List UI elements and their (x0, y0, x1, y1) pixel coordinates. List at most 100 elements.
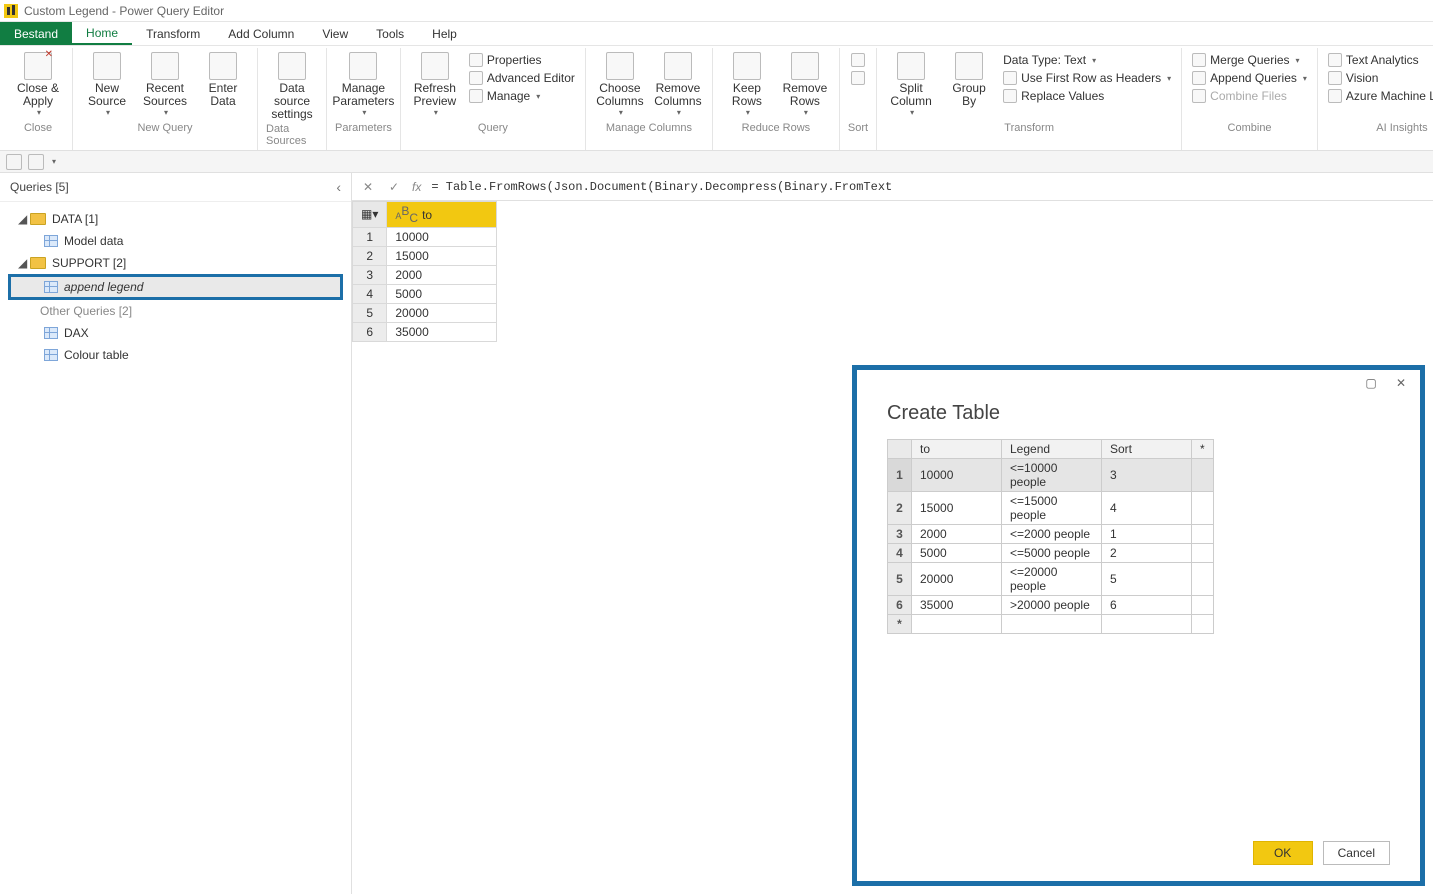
data-type-button[interactable]: Data Type: Text▾ (1001, 52, 1173, 68)
ct-header-legend[interactable]: Legend (1002, 440, 1102, 459)
row-header[interactable]: 4 (353, 284, 387, 303)
preview-cell[interactable]: 5000 (387, 284, 497, 303)
query-dax[interactable]: DAX (0, 322, 351, 344)
preview-grid[interactable]: ▦▾ABCto 11000021500032000450005200006350… (352, 201, 497, 342)
preview-cell[interactable]: 35000 (387, 322, 497, 341)
ct-row-number[interactable]: 2 (888, 492, 912, 525)
new-source-button[interactable]: New Source▾ (81, 52, 133, 117)
manage-button[interactable]: Manage▾ (467, 88, 577, 104)
row-header[interactable]: 3 (353, 265, 387, 284)
ct-header-star[interactable]: * (1192, 440, 1214, 459)
properties-button[interactable]: Properties (467, 52, 577, 68)
ct-cell-legend[interactable]: <=5000 people (1002, 544, 1102, 563)
query-append-legend[interactable]: append legend (8, 274, 343, 300)
refresh-preview-button[interactable]: Refresh Preview▾ (409, 52, 461, 117)
column-header-to[interactable]: ABCto (387, 202, 497, 228)
replace-values-button[interactable]: Replace Values (1001, 88, 1173, 104)
ct-row-number[interactable]: 4 (888, 544, 912, 563)
combine-files-button[interactable]: Combine Files (1190, 88, 1309, 104)
ct-row-number[interactable]: 3 (888, 525, 912, 544)
ct-cell-to[interactable]: 35000 (912, 596, 1002, 615)
remove-rows-button[interactable]: Remove Rows▾ (779, 52, 831, 117)
ct-cell-legend[interactable]: <=15000 people (1002, 492, 1102, 525)
azure-ml-button[interactable]: Azure Machine Learning (1326, 88, 1433, 104)
ct-header-to[interactable]: to (912, 440, 1002, 459)
ct-cell-sort[interactable]: 6 (1102, 596, 1192, 615)
folder-support[interactable]: ◢SUPPORT [2] (0, 252, 351, 274)
merge-queries-button[interactable]: Merge Queries▾ (1190, 52, 1309, 68)
row-header[interactable]: 1 (353, 227, 387, 246)
ct-cell-sort[interactable]: 2 (1102, 544, 1192, 563)
query-model-data[interactable]: Model data (0, 230, 351, 252)
ct-row-number[interactable]: 6 (888, 596, 912, 615)
dialog-close-button[interactable]: ✕ (1392, 376, 1410, 390)
tab-bestand[interactable]: Bestand (0, 22, 72, 45)
ct-cell-legend[interactable]: <=2000 people (1002, 525, 1102, 544)
formula-commit-button[interactable]: ✓ (386, 180, 402, 194)
recent-sources-button[interactable]: Recent Sources▾ (139, 52, 191, 117)
text-analytics-button[interactable]: Text Analytics (1326, 52, 1433, 68)
create-table-grid[interactable]: to Legend Sort * 110000<=10000 people321… (887, 439, 1214, 634)
ct-cell-legend[interactable]: <=20000 people (1002, 563, 1102, 596)
ct-cell-to[interactable]: 5000 (912, 544, 1002, 563)
folder-data[interactable]: ◢DATA [1] (0, 208, 351, 230)
ct-cell-legend[interactable]: <=10000 people (1002, 459, 1102, 492)
dialog-maximize-button[interactable]: ▢ (1362, 376, 1380, 390)
ct-header-sort[interactable]: Sort (1102, 440, 1192, 459)
split-column-button[interactable]: Split Column▾ (885, 52, 937, 117)
data-source-settings-button[interactable]: Data source settings (266, 52, 318, 121)
ct-cell-star[interactable] (1192, 563, 1214, 596)
sort-desc-button[interactable] (849, 70, 867, 86)
ct-cell-to[interactable]: 15000 (912, 492, 1002, 525)
preview-cell[interactable]: 10000 (387, 227, 497, 246)
ct-cell-sort[interactable]: 1 (1102, 525, 1192, 544)
row-header[interactable]: 5 (353, 303, 387, 322)
ct-cell-star[interactable] (1192, 459, 1214, 492)
tab-add-column[interactable]: Add Column (214, 22, 308, 45)
row-header[interactable]: 2 (353, 246, 387, 265)
keep-rows-button[interactable]: Keep Rows▾ (721, 52, 773, 117)
ct-row-number[interactable]: 5 (888, 563, 912, 596)
qat-more-button[interactable]: ▾ (52, 157, 56, 166)
ct-cell-star[interactable] (1192, 492, 1214, 525)
manage-parameters-button[interactable]: Manage Parameters▾ (337, 52, 389, 117)
group-by-button[interactable]: Group By (943, 52, 995, 108)
advanced-editor-button[interactable]: Advanced Editor (467, 70, 577, 86)
ct-cell-to[interactable]: 20000 (912, 563, 1002, 596)
ct-cell-sort[interactable]: 5 (1102, 563, 1192, 596)
sort-asc-button[interactable] (849, 52, 867, 68)
ct-cell-star[interactable] (1192, 596, 1214, 615)
remove-columns-button[interactable]: Remove Columns▾ (652, 52, 704, 117)
ct-cell-legend[interactable]: >20000 people (1002, 596, 1102, 615)
ct-cell-star[interactable] (1192, 525, 1214, 544)
query-colour-table[interactable]: Colour table (0, 344, 351, 366)
ct-cell-sort[interactable]: 4 (1102, 492, 1192, 525)
collapse-queries-button[interactable]: ‹ (336, 179, 341, 195)
tab-view[interactable]: View (308, 22, 362, 45)
preview-cell[interactable]: 15000 (387, 246, 497, 265)
qat-table-button[interactable] (28, 154, 44, 170)
tab-transform[interactable]: Transform (132, 22, 214, 45)
ct-cell-to[interactable]: 2000 (912, 525, 1002, 544)
qat-save-button[interactable] (6, 154, 22, 170)
choose-columns-button[interactable]: Choose Columns▾ (594, 52, 646, 117)
formula-cancel-button[interactable]: ✕ (360, 180, 376, 194)
tab-help[interactable]: Help (418, 22, 471, 45)
vision-button[interactable]: Vision (1326, 70, 1433, 86)
tab-tools[interactable]: Tools (362, 22, 418, 45)
close-apply-button[interactable]: Close & Apply▾ (12, 52, 64, 117)
ct-cell-to[interactable]: 10000 (912, 459, 1002, 492)
first-row-headers-button[interactable]: Use First Row as Headers▾ (1001, 70, 1173, 86)
tab-home[interactable]: Home (72, 22, 132, 45)
row-header[interactable]: 6 (353, 322, 387, 341)
enter-data-button[interactable]: Enter Data (197, 52, 249, 108)
formula-text[interactable]: = Table.FromRows(Json.Document(Binary.De… (431, 180, 1425, 194)
ok-button[interactable]: OK (1253, 841, 1313, 865)
ct-cell-sort[interactable]: 3 (1102, 459, 1192, 492)
grid-corner[interactable]: ▦▾ (353, 202, 387, 228)
append-queries-button[interactable]: Append Queries▾ (1190, 70, 1309, 86)
preview-cell[interactable]: 2000 (387, 265, 497, 284)
folder-other[interactable]: Other Queries [2] (0, 300, 351, 322)
ct-cell-star[interactable] (1192, 544, 1214, 563)
ct-new-row[interactable]: * (888, 615, 912, 634)
